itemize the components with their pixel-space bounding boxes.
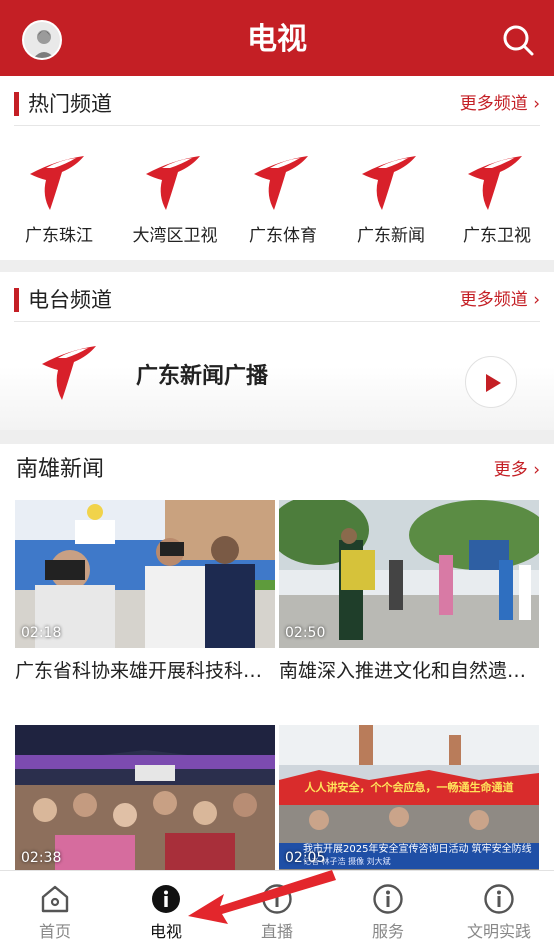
news-section: 南雄新闻 更多 › 02:18 广东省科协来雄开展科技科… 02:50 南雄深入… [0,444,554,878]
hot-channels-section: 热门频道 更多频道 › 广东珠江 大湾区卫视 广东体育 广东新闻 广东卫视 [0,76,554,260]
video-duration: 02:05 [285,850,326,866]
bottom-tab-bar: 首页 电视 直播 服务 文明实践 [0,870,554,952]
radio-station-name: 广东新闻广播 [136,364,269,389]
guangdong-tv-logo-icon [468,156,522,210]
search-icon[interactable] [500,22,536,58]
news-thumbnail: 02:50 [279,500,539,648]
channel-name: 广东珠江 [25,226,93,246]
video-duration: 02:38 [21,850,62,866]
hot-channels-header: 热门频道 更多频道 › [14,90,540,126]
channel-name: 广东新闻 [357,226,425,246]
tab-home[interactable]: 首页 [0,871,110,952]
home-icon [41,885,69,913]
channel-name: 广东卫视 [463,226,531,246]
tab-label: 文明实践 [466,922,531,941]
radio-section: 电台频道 更多频道 › 广东新闻广播 [0,272,554,430]
guangdong-radio-logo-icon [42,346,96,400]
guangdong-tv-logo-icon [146,156,200,210]
tab-civilization[interactable]: 文明实践 [444,871,554,952]
video-duration: 02:18 [21,625,62,641]
video-ticker-subtext: 记者 林子浩 摄像 刘大斌 [303,857,391,866]
radio-station-row[interactable]: 广东新闻广播 [0,322,554,422]
info-icon [373,884,403,914]
section-marker [14,92,19,116]
channel-item[interactable]: 广东卫视 [442,146,552,256]
tab-service[interactable]: 服务 [333,871,443,952]
news-more-link[interactable]: 更多 › [494,458,540,482]
top-bar: 电视 [0,0,554,76]
news-caption: 广东省科协来雄开展科技科… [15,660,263,682]
channel-list: 广东珠江 大湾区卫视 广东体育 广东新闻 广东卫视 [0,146,554,256]
more-radio-link[interactable]: 更多频道 › [460,288,540,312]
news-title: 南雄新闻 [16,457,105,482]
video-ticker-text: 我市开展2025年安全宣传咨询日活动 筑牢安全防线 [303,844,532,855]
tab-label: 首页 [38,922,71,941]
tab-live[interactable]: 直播 [222,871,332,952]
more-channels-link[interactable]: 更多频道 › [460,92,540,116]
channel-item[interactable]: 广东体育 [228,146,338,256]
info-icon [484,884,514,914]
tab-tv[interactable]: 电视 [111,871,221,952]
channel-item[interactable]: 大湾区卫视 [120,146,230,256]
page-title: 电视 [247,22,307,57]
guangdong-tv-logo-icon [362,156,416,210]
news-thumbnail: 02:18 [15,500,275,648]
hot-channels-title: 热门频道 [28,92,112,116]
news-caption: 南雄深入推进文化和自然遗… [279,660,527,682]
radio-title: 电台频道 [28,288,112,312]
play-button[interactable] [465,356,517,408]
tab-label: 直播 [260,922,293,941]
channel-name: 广东体育 [249,226,317,246]
channel-item[interactable]: 广东珠江 [4,146,114,256]
tab-label: 服务 [371,922,404,941]
radio-header: 电台频道 更多频道 › [14,286,540,322]
info-icon [262,884,292,914]
news-thumbnail: 02:38 [15,725,275,873]
play-icon [486,374,501,392]
channel-item[interactable]: 广东新闻 [336,146,446,256]
info-icon [152,885,180,913]
video-banner-text: 人人讲安全，个个会应急，一畅通生命通道 [304,781,514,794]
tv-screen: 电视 热门频道 更多频道 › 广东珠江 大湾区卫视 广东体育 广东新闻 广东卫视… [0,0,554,952]
guangdong-tv-logo-icon [30,156,84,210]
guangdong-tv-logo-icon [254,156,308,210]
tab-label: 电视 [149,922,182,941]
video-duration: 02:50 [285,625,326,641]
news-thumbnail: 人人讲安全，个个会应急，一畅通生命通道 我市开展2025年安全宣传咨询日活动 筑… [279,725,539,873]
section-marker [14,288,19,312]
channel-name: 大湾区卫视 [132,226,218,246]
